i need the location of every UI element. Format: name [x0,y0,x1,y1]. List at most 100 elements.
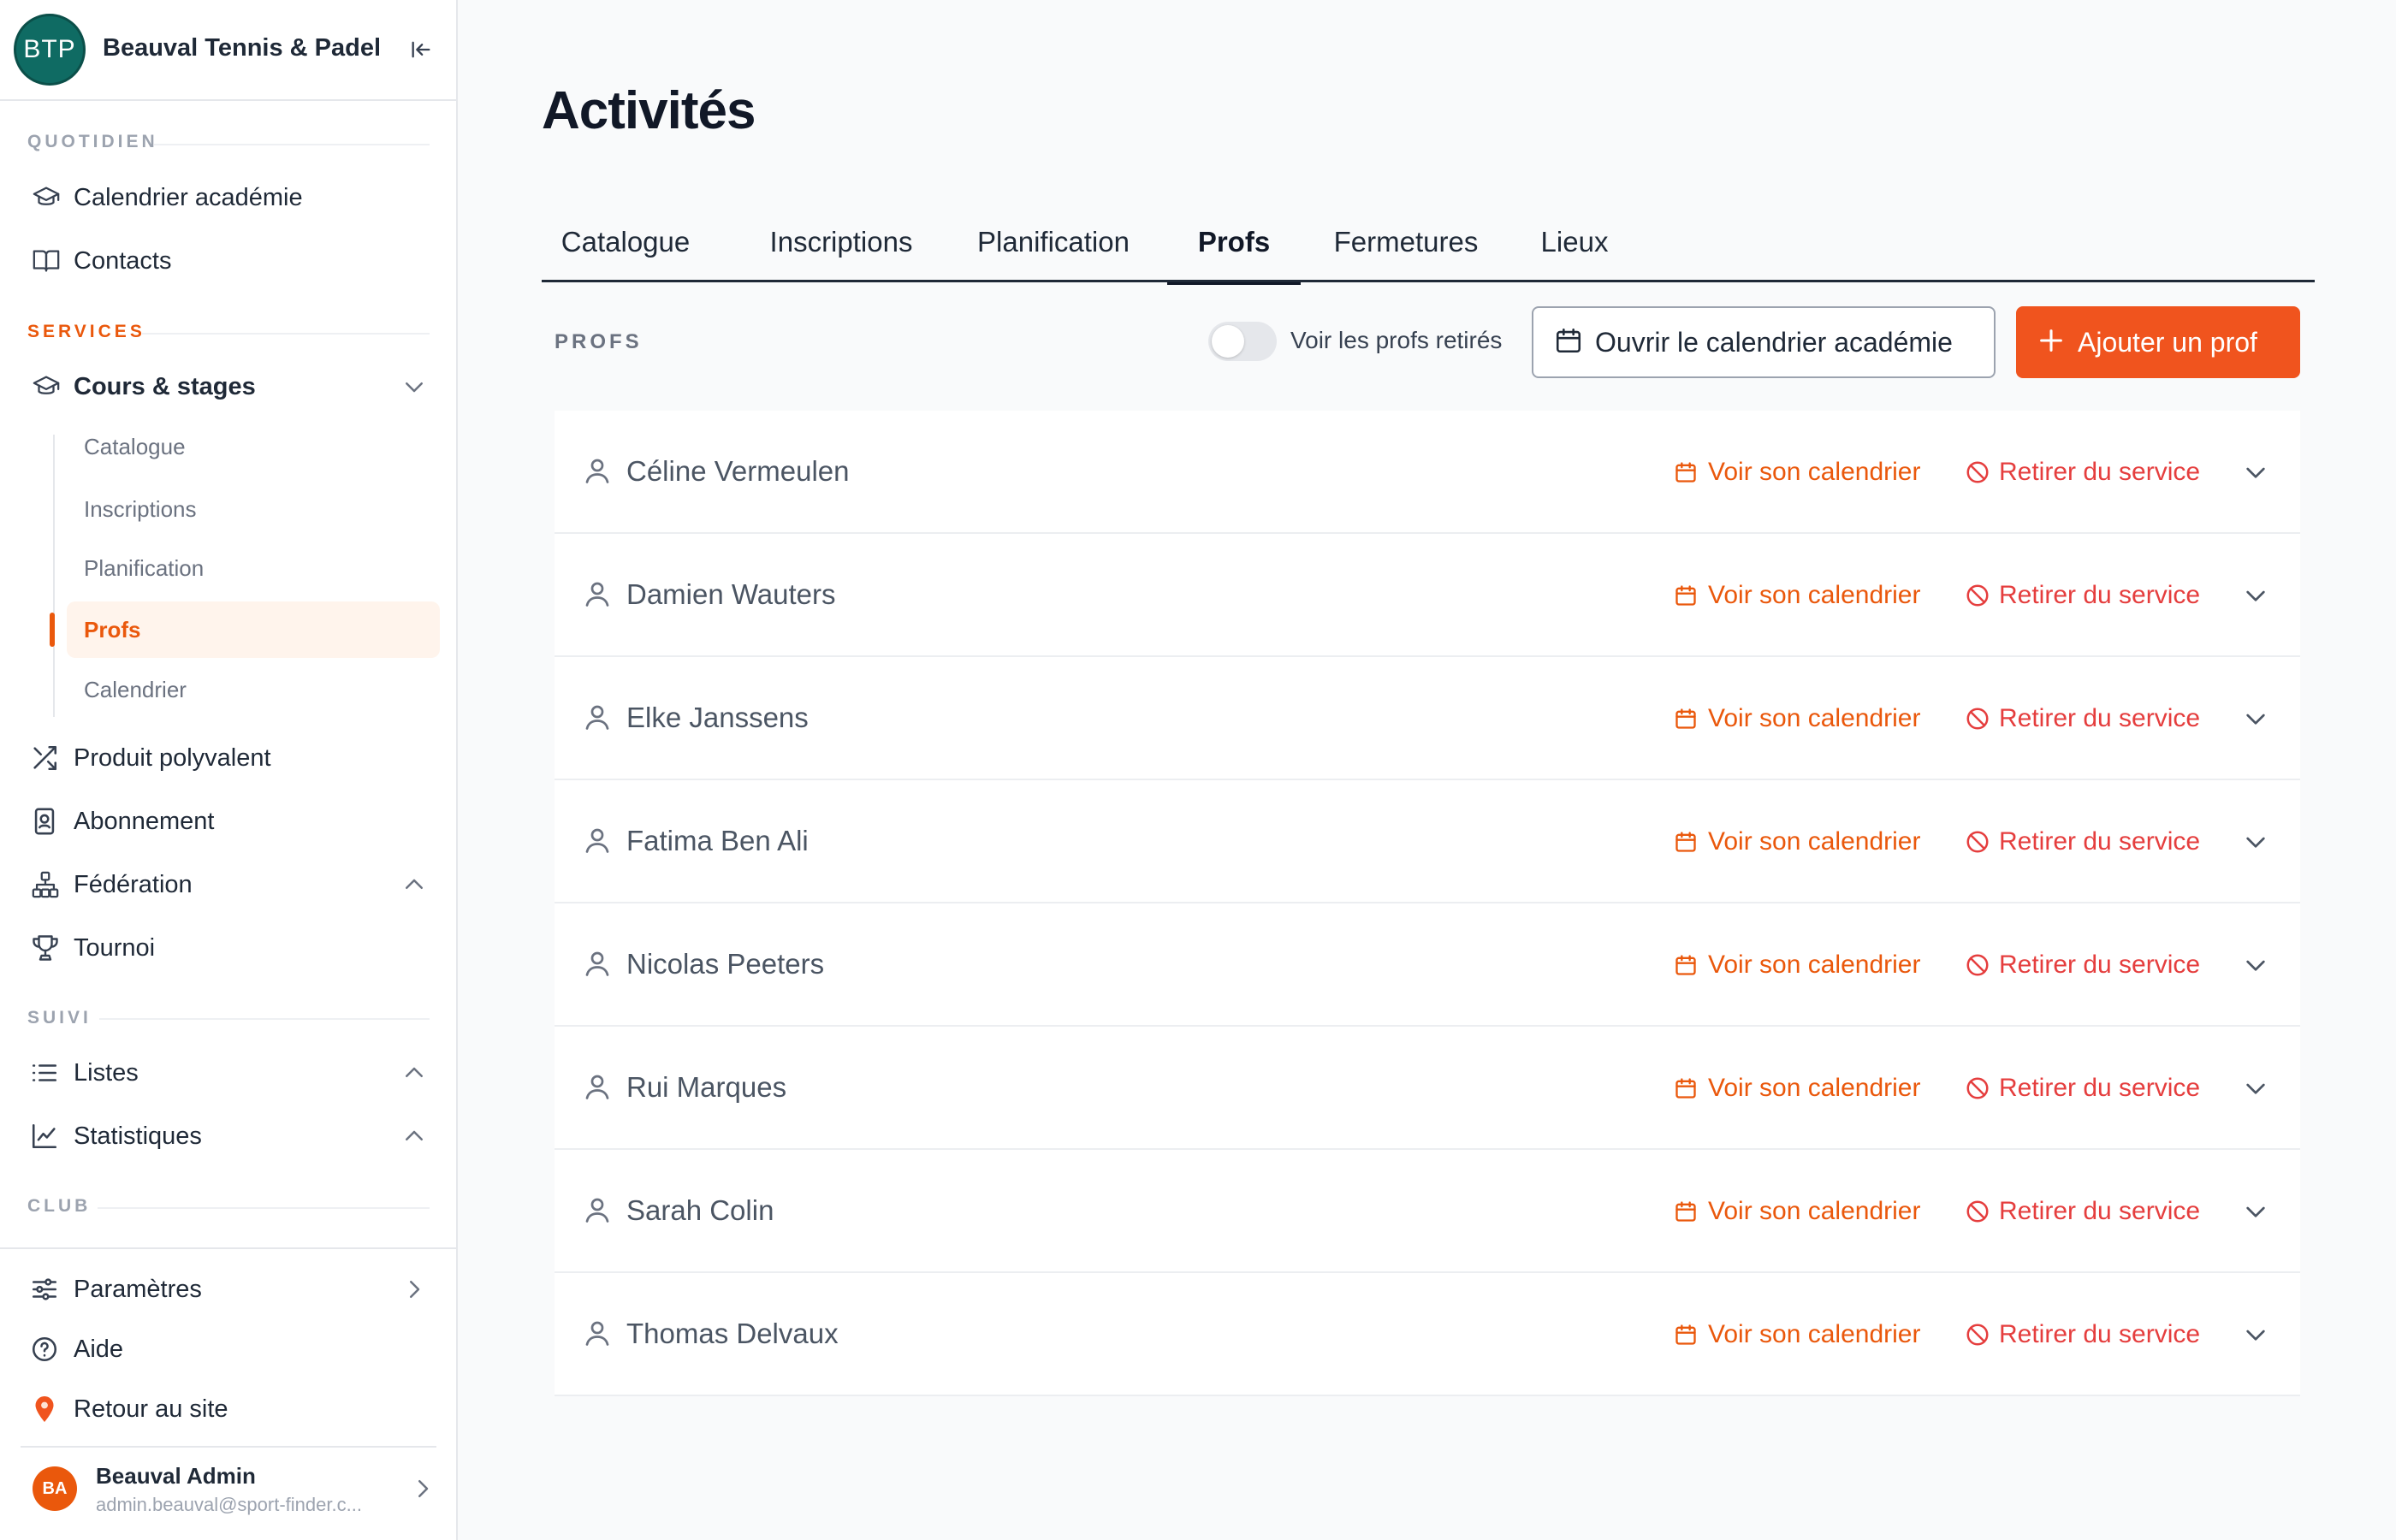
prof-row[interactable]: Thomas Delvaux Voir son calendrier Retir… [555,1273,2300,1396]
subnav-inscriptions[interactable]: Inscriptions [84,492,197,526]
view-calendar-link[interactable]: Voir son calendrier [1674,948,1920,982]
subnav-catalogue[interactable]: Catalogue [84,429,186,464]
tab-inscriptions[interactable]: Inscriptions [766,202,916,282]
nav-produit-polyvalent[interactable]: Produit polyvalent [29,732,431,784]
nav-tournoi[interactable]: Tournoi [29,922,431,974]
action-label: Voir son calendrier [1708,827,1921,856]
subnav-planification[interactable]: Planification [84,551,204,585]
chevron-down-icon[interactable] [2239,825,2273,859]
chevron-up-icon[interactable] [397,868,431,902]
nav-label: Fédération [74,870,193,898]
prof-row[interactable]: Damien Wauters Voir son calendrier Retir… [555,534,2300,657]
show-retired-toggle[interactable] [1208,322,1277,361]
nav-parametres[interactable]: Paramètres [29,1264,431,1315]
section-divider [154,144,430,145]
nav-federation[interactable]: Fédération [29,859,431,910]
add-prof-button[interactable]: Ajouter un prof [2016,306,2300,378]
nav-cours-stages[interactable]: Cours & stages [29,361,431,412]
prof-row[interactable]: Elke Janssens Voir son calendrier Retire… [555,657,2300,780]
user-menu[interactable]: BA Beauval Admin admin.beauval@sport-fin… [21,1446,440,1531]
button-label: Ajouter un prof [2078,326,2257,358]
chevron-down-icon[interactable] [2239,1194,2273,1229]
graduation-cap-icon [29,370,74,404]
chevron-right-icon[interactable] [397,1272,431,1306]
view-calendar-link[interactable]: Voir son calendrier [1674,455,1920,489]
sidebar-header: BTP Beauval Tennis & Padel [0,0,456,101]
nav-label: Contacts [74,246,172,275]
prof-row[interactable]: Sarah Colin Voir son calendrier Retirer … [555,1150,2300,1273]
tab-lieux[interactable]: Lieux [1534,202,1615,282]
prof-row[interactable]: Nicolas Peeters Voir son calendrier Reti… [555,903,2300,1027]
sidebar-divider [0,1247,456,1249]
view-calendar-link[interactable]: Voir son calendrier [1674,1194,1920,1229]
section-divider [142,333,430,335]
chevron-down-icon[interactable] [397,370,431,404]
calendar-icon [1674,948,1708,982]
avatar: BA [33,1466,77,1511]
retire-prof-link[interactable]: Retirer du service [1965,578,2200,613]
tab-planification[interactable]: Planification [976,202,1130,282]
chevron-down-icon[interactable] [2239,948,2273,982]
retire-prof-link[interactable]: Retirer du service [1965,702,2200,736]
retire-prof-link[interactable]: Retirer du service [1965,455,2200,489]
user-icon [582,1318,616,1352]
nav-label: Listes [74,1058,139,1087]
tab-catalogue[interactable]: Catalogue [561,202,690,282]
action-label: Retirer du service [1999,1197,2201,1225]
retire-prof-link[interactable]: Retirer du service [1965,825,2200,859]
nav-statistiques[interactable]: Statistiques [29,1111,431,1162]
nav-abonnement[interactable]: Abonnement [29,796,431,847]
chevron-down-icon[interactable] [2239,578,2273,613]
prof-row[interactable]: Céline Vermeulen Voir son calendrier Ret… [555,411,2300,534]
subnav-calendrier[interactable]: Calendrier [84,672,187,707]
prof-name: Céline Vermeulen [626,455,850,487]
chevron-right-icon[interactable] [406,1472,440,1506]
nav-label: Aide [74,1335,124,1363]
action-label: Retirer du service [1999,704,2201,732]
chevron-down-icon[interactable] [2239,702,2273,736]
retire-prof-link[interactable]: Retirer du service [1965,948,2200,982]
ban-icon [1965,702,1999,736]
ban-icon [1965,455,1999,489]
nav-label: Tournoi [74,933,156,962]
nav-aide[interactable]: Aide [29,1324,431,1375]
action-label: Retirer du service [1999,1074,2201,1102]
chevron-down-icon[interactable] [2239,1071,2273,1105]
section-divider [98,1207,430,1209]
nav-calendrier-academie[interactable]: Calendrier académie [29,172,431,223]
retire-prof-link[interactable]: Retirer du service [1965,1194,2200,1229]
chevron-down-icon[interactable] [2239,455,2273,489]
tab-fermetures[interactable]: Fermetures [1331,202,1481,282]
nav-retour-site[interactable]: Retour au site [29,1383,431,1435]
prof-row[interactable]: Fatima Ben Ali Voir son calendrier Retir… [555,780,2300,903]
view-calendar-link[interactable]: Voir son calendrier [1674,578,1920,613]
chevron-up-icon[interactable] [397,1056,431,1090]
line-chart-icon [29,1119,74,1153]
view-calendar-link[interactable]: Voir son calendrier [1674,702,1920,736]
subnav-profs[interactable]: Profs [84,613,140,647]
calendar-icon [1674,455,1708,489]
prof-name: Sarah Colin [626,1194,774,1226]
show-retired-label[interactable]: Voir les profs retirés [1290,327,1502,354]
nav-listes[interactable]: Listes [29,1047,431,1099]
nav-label: Calendrier académie [74,183,303,211]
user-icon [582,1071,616,1105]
retire-prof-link[interactable]: Retirer du service [1965,1071,2200,1105]
nav-contacts[interactable]: Contacts [29,235,431,287]
view-calendar-link[interactable]: Voir son calendrier [1674,1318,1920,1352]
prof-row[interactable]: Rui Marques Voir son calendrier Retirer … [555,1027,2300,1150]
club-logo[interactable]: BTP [14,14,86,86]
chevron-down-icon[interactable] [2239,1318,2273,1352]
view-calendar-link[interactable]: Voir son calendrier [1674,1071,1920,1105]
prof-name: Nicolas Peeters [626,948,825,980]
collapse-sidebar-icon[interactable] [404,34,438,65]
tab-profs[interactable]: Profs [1167,202,1301,285]
action-label: Voir son calendrier [1708,704,1921,732]
open-academy-calendar-button[interactable]: Ouvrir le calendrier académie [1532,306,1996,378]
view-calendar-link[interactable]: Voir son calendrier [1674,825,1920,859]
retire-prof-link[interactable]: Retirer du service [1965,1318,2200,1352]
chevron-up-icon[interactable] [397,1119,431,1153]
action-label: Retirer du service [1999,458,2201,486]
trophy-icon [29,931,74,965]
button-label: Ouvrir le calendrier académie [1595,326,1953,358]
